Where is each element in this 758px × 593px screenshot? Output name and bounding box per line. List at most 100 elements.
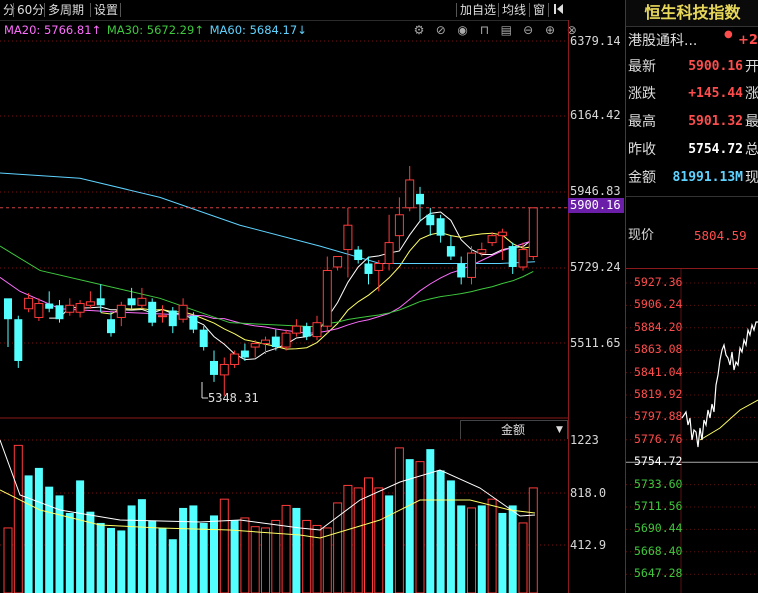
price-axis-label: 5511.65	[570, 336, 621, 350]
candle	[178, 304, 188, 320]
volume-bar	[96, 522, 105, 593]
candle	[312, 322, 322, 338]
candle	[508, 246, 517, 267]
volume-bar	[148, 520, 157, 593]
candle	[343, 224, 353, 251]
candle	[96, 298, 105, 306]
candle	[528, 207, 538, 258]
intraday-axis-label: 5927.36	[634, 275, 683, 289]
indicator-selector[interactable]: 金额 ▼	[460, 420, 568, 439]
candle	[436, 218, 445, 236]
price-axis-label: 6164.42	[570, 108, 621, 122]
ma-line	[49, 211, 534, 361]
volume-bar	[487, 498, 497, 593]
low-marker-label: 5348.31	[208, 391, 259, 405]
candle	[354, 249, 363, 261]
intraday-axis: 5927.36 5906.24 5884.20 5863.08 5841.04 5819.…	[630, 270, 683, 593]
candle	[518, 249, 528, 268]
volume-bar	[292, 507, 301, 593]
volume-bar	[281, 504, 291, 593]
volume-bar	[415, 461, 425, 593]
volume-bar	[219, 498, 229, 593]
volume-bar	[518, 522, 528, 593]
price-axis-label: 6379.14	[570, 34, 621, 48]
intraday-axis-label: 5690.44	[634, 521, 683, 536]
volume-bar	[498, 512, 507, 593]
quote-row: 最新 5900.16 开	[628, 59, 758, 75]
candle	[322, 269, 332, 327]
volume-bar	[508, 505, 517, 593]
candlestick-chart[interactable]: 5348.31	[0, 0, 568, 593]
candle	[250, 343, 260, 348]
candle	[199, 329, 208, 348]
candle	[457, 263, 466, 278]
candle	[240, 350, 249, 358]
intraday-axis-label: 5884.20	[634, 319, 683, 334]
candle	[137, 297, 147, 306]
intraday-axis-label: 5841.04	[634, 364, 683, 379]
candle	[261, 339, 270, 345]
candle	[364, 263, 373, 274]
volume-bar	[240, 517, 250, 593]
volume-bar	[168, 539, 177, 593]
volume-bar	[312, 524, 322, 593]
candle	[116, 304, 126, 318]
candle	[446, 246, 455, 257]
candle	[219, 363, 229, 376]
volume-bar	[446, 480, 455, 593]
candle	[210, 360, 218, 375]
volume-bar	[137, 499, 146, 593]
volume-bar	[210, 515, 218, 593]
candle	[55, 305, 64, 320]
sector-row[interactable]: 港股通科... ● +2.	[628, 29, 758, 52]
candle	[271, 336, 280, 348]
chevron-down-icon: ▼	[556, 425, 563, 435]
candle	[374, 263, 384, 271]
intraday-axis-label: 5711.56	[634, 499, 683, 513]
candle	[14, 319, 23, 361]
volume-bar	[385, 495, 394, 593]
sector-name: 港股通科...	[628, 33, 698, 49]
intraday-axis-label: 5906.24	[634, 297, 683, 312]
volume-bar	[528, 487, 538, 593]
current-price-tag: 5900.16	[568, 198, 624, 213]
volume-bar	[117, 530, 126, 593]
volume-bar	[65, 512, 74, 593]
volume-bar	[34, 467, 43, 593]
intraday-axis-label: 5797.88	[634, 409, 683, 424]
intraday-axis-label: 5819.92	[634, 387, 683, 401]
volume-bar	[271, 519, 281, 593]
dot-icon: ●	[724, 29, 733, 40]
candle	[487, 235, 497, 244]
volume-bar	[261, 527, 270, 593]
candle	[333, 256, 343, 268]
candle	[189, 315, 198, 330]
candle	[477, 249, 487, 254]
volume-bar	[250, 526, 260, 593]
indicator-selector-label: 金额	[501, 423, 526, 437]
volume-bar	[13, 444, 23, 593]
volume-bar	[426, 449, 435, 593]
candle	[4, 298, 12, 320]
candle	[426, 214, 435, 226]
intraday-axis-label: 5754.72	[634, 454, 683, 469]
quote-row: 最高 5901.32 最	[628, 114, 758, 130]
cursor-price-row: 现价 5804.59	[628, 228, 747, 243]
volume-bar	[477, 505, 486, 593]
candle	[497, 231, 507, 237]
candle	[24, 297, 34, 310]
candle	[148, 301, 157, 323]
volume-bar	[86, 511, 95, 593]
price-axis-label: 5946.83	[570, 184, 621, 198]
volume-bar	[24, 475, 33, 593]
candle	[107, 319, 115, 334]
intraday-axis-label: 5863.08	[634, 342, 683, 357]
quote-row: 涨跌 +145.44 涨	[628, 86, 758, 102]
candle	[416, 193, 424, 205]
volume-bar	[436, 470, 445, 593]
quote-row: 昨收 5754.72 总	[628, 142, 758, 158]
volume-bar	[3, 527, 13, 593]
quote-row: 金额 81991.13M 现	[628, 170, 758, 186]
sector-change: +2.	[738, 33, 758, 48]
intraday-axis-label: 5733.60	[634, 476, 683, 491]
